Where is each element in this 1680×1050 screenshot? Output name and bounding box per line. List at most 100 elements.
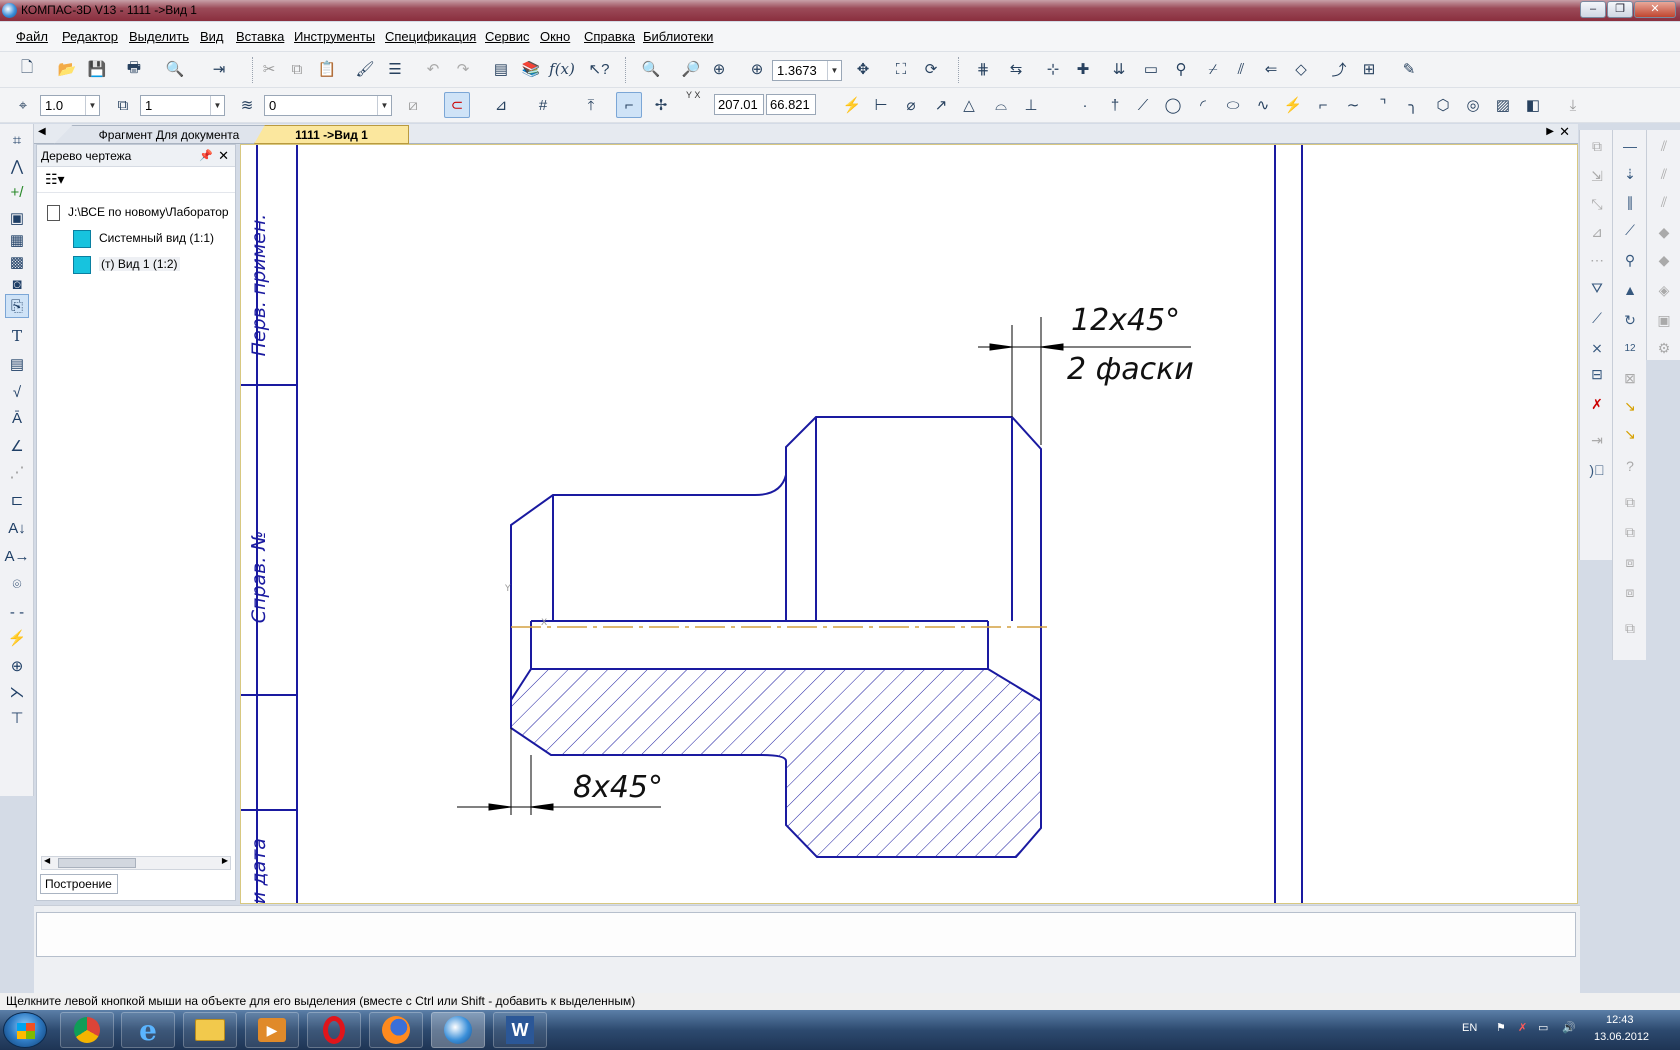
minimize-button[interactable]: – [1580, 1, 1606, 18]
start-button[interactable] [3, 1012, 47, 1048]
taskbar-internet-explorer[interactable]: e [121, 1012, 175, 1048]
base-tool-icon[interactable]: ⊏ [5, 488, 29, 512]
tree-view-mode-icon[interactable]: ☷▾ [45, 171, 65, 188]
mirror-icon[interactable]: ⊿ [1585, 220, 1609, 244]
zoom-window-icon[interactable]: 🔍 [638, 56, 664, 82]
print-icon[interactable]: 🖶 [121, 56, 147, 82]
param-view-icon[interactable]: ⧉ [1618, 490, 1642, 514]
add-point-icon[interactable]: ✚ [1070, 56, 1096, 82]
manager-icon[interactable]: ▤ [488, 56, 514, 82]
stop-icon[interactable]: ⤓ [1560, 92, 1586, 118]
axis-line-icon[interactable]: - - [5, 600, 29, 624]
new-document-icon[interactable]: 🗋 [14, 56, 40, 82]
fill-icon[interactable]: ◧ [1520, 92, 1546, 118]
menu-tools[interactable]: Инструменты [294, 29, 375, 44]
fix-object-icon[interactable]: ▲ [1618, 278, 1642, 302]
spec-icon[interactable]: ⎘ [5, 294, 29, 318]
kompas-app-icon[interactable] [2, 3, 17, 18]
arrow-view-icon[interactable]: ⇐ [1258, 56, 1284, 82]
radius-dim-icon[interactable]: ↗ [928, 92, 954, 118]
box-icon[interactable]: ▣ [1652, 308, 1676, 332]
align-icon[interactable]: ⇥ [1585, 428, 1609, 452]
point-icon[interactable]: · [1072, 92, 1098, 118]
cursor-coords-icon[interactable]: ⌖ [10, 92, 36, 118]
menu-editor[interactable]: Редактор [62, 29, 118, 44]
horizontal-constraint-icon[interactable]: ― [1618, 134, 1642, 158]
plane-angle-icon[interactable]: ⫽ [1652, 190, 1676, 214]
ortho-icon[interactable]: ⊿ [488, 92, 514, 118]
angle-constraint-icon[interactable]: ↻ [1618, 308, 1642, 332]
equidistant-icon[interactable]: ◎ [1460, 92, 1486, 118]
menu-view[interactable]: Вид [200, 29, 224, 44]
menu-specification[interactable]: Спецификация [385, 29, 476, 44]
text-leader-icon[interactable]: Ā [5, 406, 29, 430]
diameter-dim-icon[interactable]: ⌀ [898, 92, 924, 118]
trim-icon[interactable]: ⟋ [1585, 306, 1609, 330]
pin-icon[interactable]: 📌 [199, 145, 213, 167]
save-icon[interactable]: 💾 [84, 56, 110, 82]
refresh-icon[interactable]: ⟳ [918, 56, 944, 82]
break-icon[interactable]: ⨯ [1585, 336, 1609, 360]
tabs-scroll-left-icon[interactable]: ◀ [38, 126, 46, 137]
leader-icon[interactable]: ⚲ [1168, 56, 1194, 82]
help-pointer-icon[interactable]: ↖? [586, 56, 612, 82]
filter-icon[interactable]: ⧄ [400, 92, 426, 118]
show-all-icon[interactable]: ⛶ [888, 56, 914, 82]
polyline-icon[interactable]: ⌐ [1310, 92, 1336, 118]
snap-magnet-icon[interactable]: ⊂ [444, 92, 470, 118]
tab-fragment-document[interactable]: Фрагмент Для документа [54, 125, 284, 144]
coord-x-field[interactable]: 207.01 [714, 94, 764, 115]
line-scale-field[interactable]: 1.0 ▼ [40, 95, 100, 116]
taskbar-chrome[interactable] [60, 1012, 114, 1048]
plane-offset-icon[interactable]: ⫽ [1652, 162, 1676, 186]
hatch-icon[interactable]: ⋕ [970, 56, 996, 82]
cut-line-icon[interactable]: A↓ [5, 516, 29, 540]
aux-line-icon[interactable]: † [1102, 92, 1128, 118]
menu-help[interactable]: Справка [584, 29, 635, 44]
show-constraints-icon[interactable]: ⊠ [1618, 366, 1642, 390]
vertical-constraint-icon[interactable]: ⇣ [1618, 162, 1642, 186]
chevron-down-icon[interactable]: ▼ [827, 61, 841, 80]
chevron-down-icon[interactable]: ▼ [210, 96, 224, 115]
zoom-scale-icon[interactable]: ⊕ [744, 56, 770, 82]
function-icon[interactable]: f(x) [549, 56, 575, 82]
constraint-help-icon[interactable]: ? [1618, 454, 1642, 478]
polygon-icon[interactable]: ⬡ [1430, 92, 1456, 118]
chamfer-icon[interactable]: ⌝ [1370, 92, 1396, 118]
bezier-icon[interactable]: ∼ [1340, 92, 1366, 118]
base-mark-icon[interactable]: ◇ [1288, 56, 1314, 82]
table-tool-icon[interactable]: ▤ [5, 352, 29, 376]
language-indicator[interactable]: EN [1462, 1022, 1477, 1034]
rounding-icon[interactable]: ⌐ [616, 92, 642, 118]
grid-snap-icon[interactable]: ⇆ [1003, 56, 1029, 82]
table-icon[interactable]: ⊞ [1356, 56, 1382, 82]
tab-construction[interactable]: Построение [40, 874, 118, 894]
auto-dimension-icon[interactable]: ↘ [1618, 422, 1642, 446]
auto-line-icon[interactable]: ⚡ [1280, 92, 1306, 118]
solid-cut-icon[interactable]: ◆ [1652, 248, 1676, 272]
menu-select[interactable]: Выделить [129, 29, 189, 44]
layer-field[interactable]: 0 ▼ [264, 95, 392, 116]
chevron-down-icon[interactable]: ▼ [85, 96, 99, 115]
comment-icon[interactable]: ▭ [1138, 56, 1164, 82]
angle-dim-icon[interactable]: △ [956, 92, 982, 118]
selection-icon[interactable]: ▩ [5, 250, 29, 274]
open-folder-icon[interactable]: 📂 [54, 56, 80, 82]
scroll-left-icon[interactable]: ◀ [44, 856, 50, 865]
delete-icon[interactable]: ✗ [1585, 392, 1609, 416]
zoom-dynamic-icon[interactable]: ⊕ [706, 56, 732, 82]
menu-libraries[interactable]: Библиотеки [643, 29, 713, 44]
zoom-field[interactable]: 1.3673 ▼ [772, 60, 842, 81]
param-layer-icon[interactable]: ⧈ [1618, 550, 1642, 574]
segment-icon[interactable]: ⟋ [1130, 92, 1156, 118]
param-copy-icon[interactable]: ⧉ [1618, 520, 1642, 544]
redo-icon[interactable]: ↷ [450, 56, 476, 82]
close-window-button[interactable]: ✕ [1634, 1, 1676, 18]
remote-element-icon[interactable]: ⌾ [5, 572, 29, 596]
linear-dim-icon[interactable]: ⊢ [868, 92, 894, 118]
tree-root-item[interactable]: J:\ВСЕ по новому\Лаборатор [47, 201, 229, 223]
arc-icon[interactable]: ◜ [1190, 92, 1216, 118]
insert-view-icon[interactable]: ⤴ [1326, 56, 1352, 82]
close-tab-icon[interactable]: ✕ [1559, 124, 1570, 140]
properties-list-icon[interactable]: ☰ [382, 56, 408, 82]
